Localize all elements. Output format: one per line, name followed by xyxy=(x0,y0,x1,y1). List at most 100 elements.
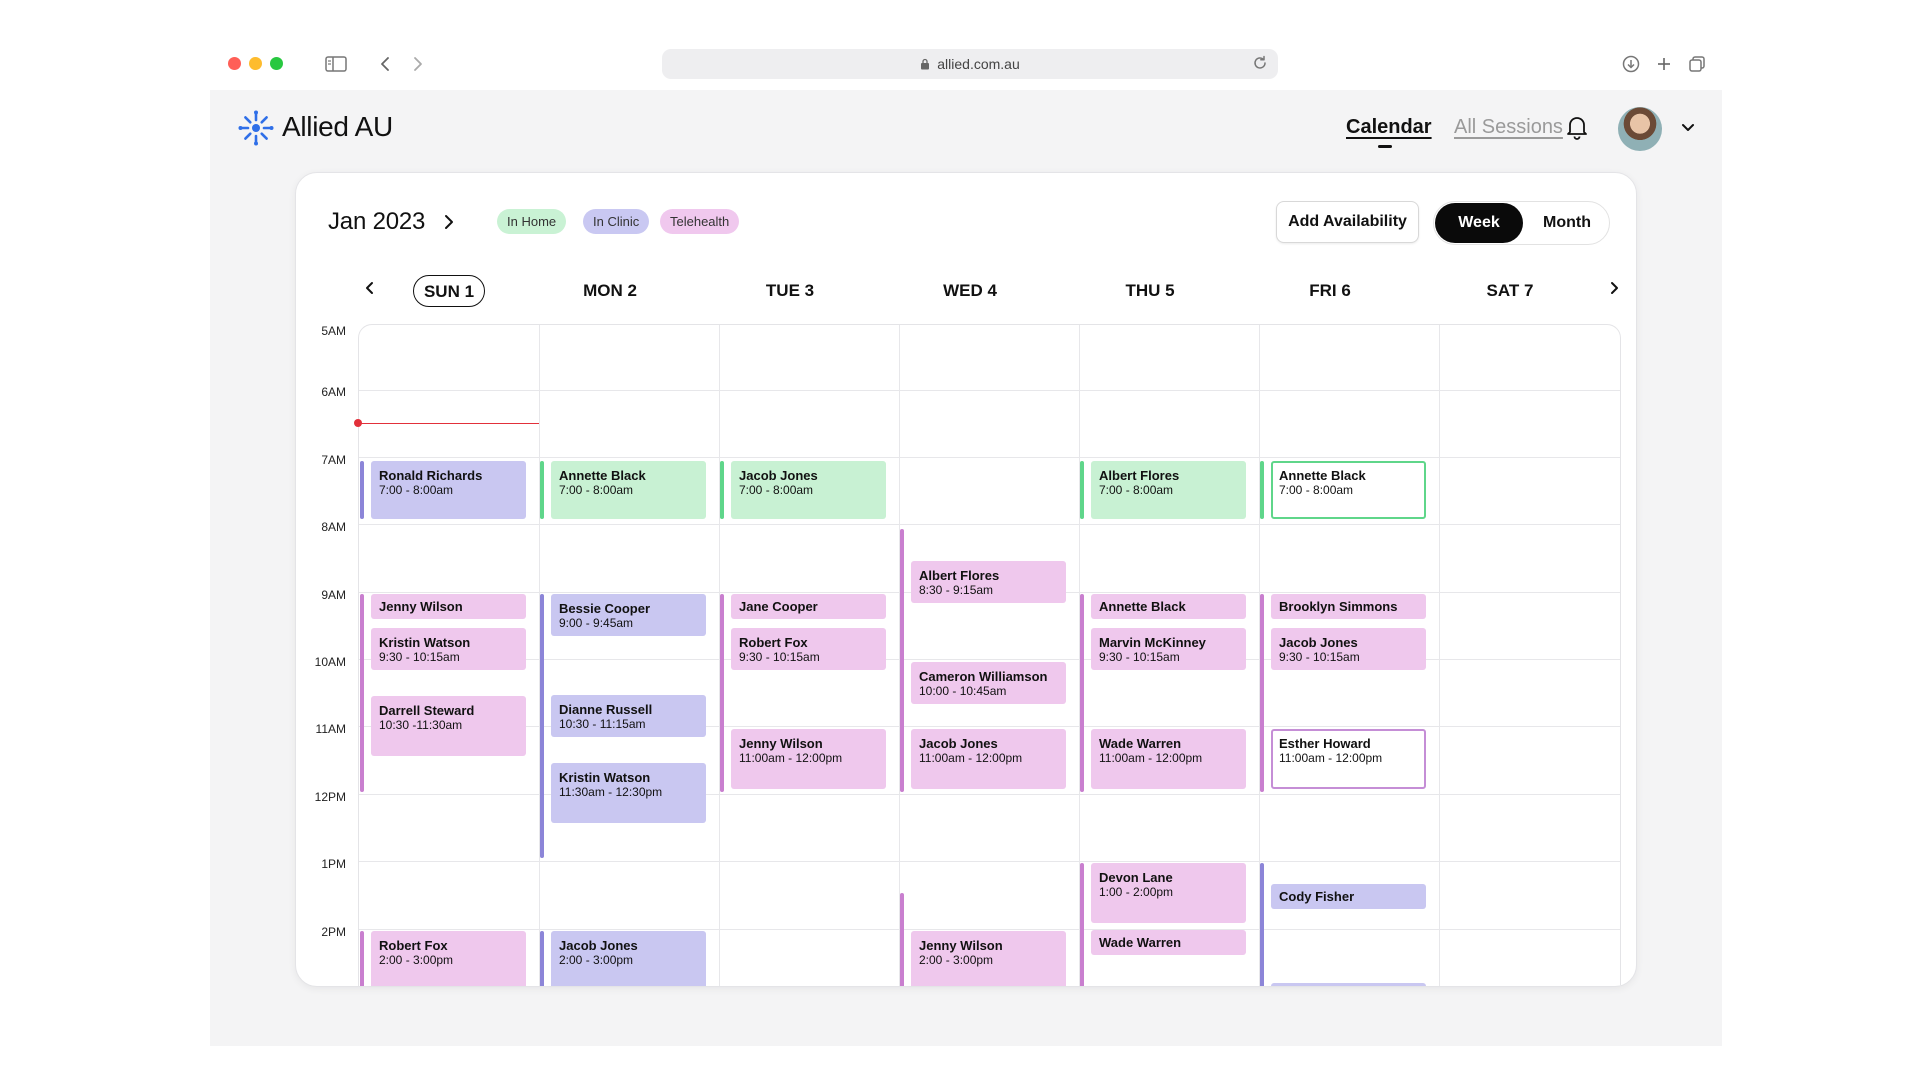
allied-logo-icon xyxy=(238,110,274,146)
grid-row-line xyxy=(359,659,1620,660)
address-bar[interactable]: allied.com.au xyxy=(662,49,1278,79)
close-window-button[interactable] xyxy=(228,57,241,70)
day-header-sun[interactable]: SUN 1 xyxy=(413,275,485,307)
next-month-chevron-icon[interactable] xyxy=(440,213,458,231)
event-name: Devon Lane xyxy=(1099,870,1173,885)
month-label: Jan 2023 xyxy=(328,208,426,235)
event-card[interactable]: Kristin Watson 9:30 - 10:15am xyxy=(371,628,526,670)
event-time: 9:30 - 10:15am xyxy=(379,650,460,664)
event-card[interactable]: Jane Cooper xyxy=(731,594,886,619)
event-card[interactable]: Annette Black xyxy=(1091,594,1246,619)
event-card[interactable]: Robert Fox 9:30 - 10:15am xyxy=(731,628,886,670)
column-bar xyxy=(720,594,724,792)
column-bar xyxy=(900,529,904,792)
minimize-window-button[interactable] xyxy=(249,57,262,70)
event-time: 9:30 - 10:15am xyxy=(739,650,820,664)
calendar-card: Jan 2023 In Home In Clinic Telehealth Ad… xyxy=(295,172,1637,987)
event-card[interactable]: Brooklyn Simmons xyxy=(1271,594,1426,619)
add-availability-button[interactable]: Add Availability xyxy=(1276,201,1419,243)
next-week-chevron-icon[interactable] xyxy=(1605,279,1623,297)
event-card[interactable]: Albert Flores 8:30 - 9:15am xyxy=(911,561,1066,603)
column-bar xyxy=(1260,461,1264,519)
chevron-down-icon[interactable] xyxy=(1680,120,1696,136)
event-name: Jane Cooper xyxy=(739,599,818,614)
event-card[interactable]: Jenny Wilson 11:00am - 12:00pm xyxy=(731,729,886,789)
day-header-sat[interactable]: SAT 7 xyxy=(1440,275,1580,307)
day-header-tue[interactable]: TUE 3 xyxy=(720,275,860,307)
app-header: Allied AU Calendar All Sessions xyxy=(210,90,1722,168)
event-card[interactable]: Robert Fox 2:00 - 3:00pm xyxy=(371,931,526,986)
column-bar xyxy=(540,594,544,858)
event-card[interactable]: Darrell Steward 10:30 -11:30am xyxy=(371,696,526,756)
sidebar-toggle-icon[interactable] xyxy=(323,51,349,77)
event-name: Brooklyn Simmons xyxy=(1279,599,1398,614)
event-time: 7:00 - 8:00am xyxy=(379,483,454,497)
event-card[interactable]: Jacob Jones 2:00 - 3:00pm xyxy=(551,931,706,986)
month-view-button[interactable]: Month xyxy=(1524,203,1610,243)
day-header-mon[interactable]: MON 2 xyxy=(540,275,680,307)
event-card[interactable]: Jacob Jones 9:30 - 10:15am xyxy=(1271,628,1426,670)
event-name: Robert Fox xyxy=(379,938,448,953)
day-header-wed[interactable]: WED 4 xyxy=(900,275,1040,307)
event-name: Jenny Wilson xyxy=(919,938,1003,953)
event-time: 11:00am - 12:00pm xyxy=(739,751,843,765)
column-bar xyxy=(360,931,364,986)
column-bar xyxy=(360,461,364,519)
nav-calendar-link[interactable]: Calendar xyxy=(1346,116,1432,139)
event-card[interactable]: Esther Howard 11:00am - 12:00pm xyxy=(1271,729,1426,789)
event-card[interactable]: Jenny Wilson xyxy=(371,594,526,619)
grid-row-line xyxy=(359,726,1620,727)
column-bar xyxy=(1260,594,1264,792)
day-header-thu[interactable]: THU 5 xyxy=(1080,275,1220,307)
hour-label-2pm: 2PM xyxy=(321,925,346,939)
event-time: 11:00am - 12:00pm xyxy=(919,751,1023,765)
event-card[interactable]: Ronald Richards 7:00 - 8:00am xyxy=(371,461,526,519)
event-card[interactable]: Albert Flores 7:00 - 8:00am xyxy=(1091,461,1246,519)
reload-icon[interactable] xyxy=(1252,55,1268,71)
event-card[interactable]: Marvin McKinney 9:30 - 10:15am xyxy=(1091,628,1246,670)
nav-all-sessions-link[interactable]: All Sessions xyxy=(1454,116,1563,139)
day-header-fri[interactable]: FRI 6 xyxy=(1260,275,1400,307)
event-card[interactable]: Annette Black 7:00 - 8:00am xyxy=(1271,461,1426,519)
bell-icon[interactable] xyxy=(1564,114,1590,140)
event-time: 7:00 - 8:00am xyxy=(1279,483,1354,497)
week-grid[interactable] xyxy=(358,324,1621,986)
zoom-window-button[interactable] xyxy=(270,57,283,70)
event-card[interactable]: Jacob Jones 7:00 - 8:00am xyxy=(731,461,886,519)
event-card[interactable]: Cody Fisher xyxy=(1271,884,1426,909)
lock-icon xyxy=(921,58,930,70)
forward-arrow-icon[interactable] xyxy=(405,51,431,77)
event-card[interactable]: Kristin Watson 11:30am - 12:30pm xyxy=(551,763,706,823)
download-icon[interactable] xyxy=(1618,51,1644,77)
event-time: 1:00 - 2:00pm xyxy=(1099,885,1174,899)
event-time: 10:30 - 11:15am xyxy=(559,717,646,731)
previous-week-chevron-icon[interactable] xyxy=(361,279,379,297)
event-card[interactable]: Jacob Jones 11:00am - 12:00pm xyxy=(911,729,1066,789)
brand-name: Allied AU xyxy=(282,111,393,142)
event-card[interactable]: Wade Warren 11:00am - 12:00pm xyxy=(1091,729,1246,789)
event-name: Annette Black xyxy=(1099,599,1186,614)
event-name: Annette Black xyxy=(1279,468,1366,483)
user-avatar[interactable] xyxy=(1618,107,1662,151)
event-name: Jacob Jones xyxy=(739,468,818,483)
active-nav-indicator xyxy=(1378,145,1392,148)
week-view-button[interactable]: Week xyxy=(1435,203,1523,243)
grid-row-line xyxy=(359,794,1620,795)
event-name: Jacob Jones xyxy=(919,736,998,751)
event-card[interactable]: Annette Black 7:00 - 8:00am xyxy=(551,461,706,519)
event-card[interactable]: Dianne Russell 10:30 - 11:15am xyxy=(551,695,706,737)
tab-overview-icon[interactable] xyxy=(1684,51,1710,77)
event-card[interactable]: Devon Lane 1:00 - 2:00pm xyxy=(1091,863,1246,923)
event-card[interactable]: Jenny Wilson 2:00 - 3:00pm xyxy=(911,931,1066,986)
new-tab-icon[interactable] xyxy=(1651,51,1677,77)
event-card[interactable]: Cameron Williamson 10:00 - 10:45am xyxy=(911,662,1066,704)
hour-label-7am: 7AM xyxy=(321,453,346,467)
event-card-partial[interactable] xyxy=(1271,983,1426,986)
back-arrow-icon[interactable] xyxy=(372,51,398,77)
event-card[interactable]: Bessie Cooper 9:00 - 9:45am xyxy=(551,594,706,636)
event-name: Jenny Wilson xyxy=(379,599,463,614)
hour-label-5am: 5AM xyxy=(321,324,346,338)
event-name: Dianne Russell xyxy=(559,702,653,717)
browser-toolbar: allied.com.au xyxy=(210,43,1722,90)
event-card[interactable]: Wade Warren xyxy=(1091,930,1246,955)
